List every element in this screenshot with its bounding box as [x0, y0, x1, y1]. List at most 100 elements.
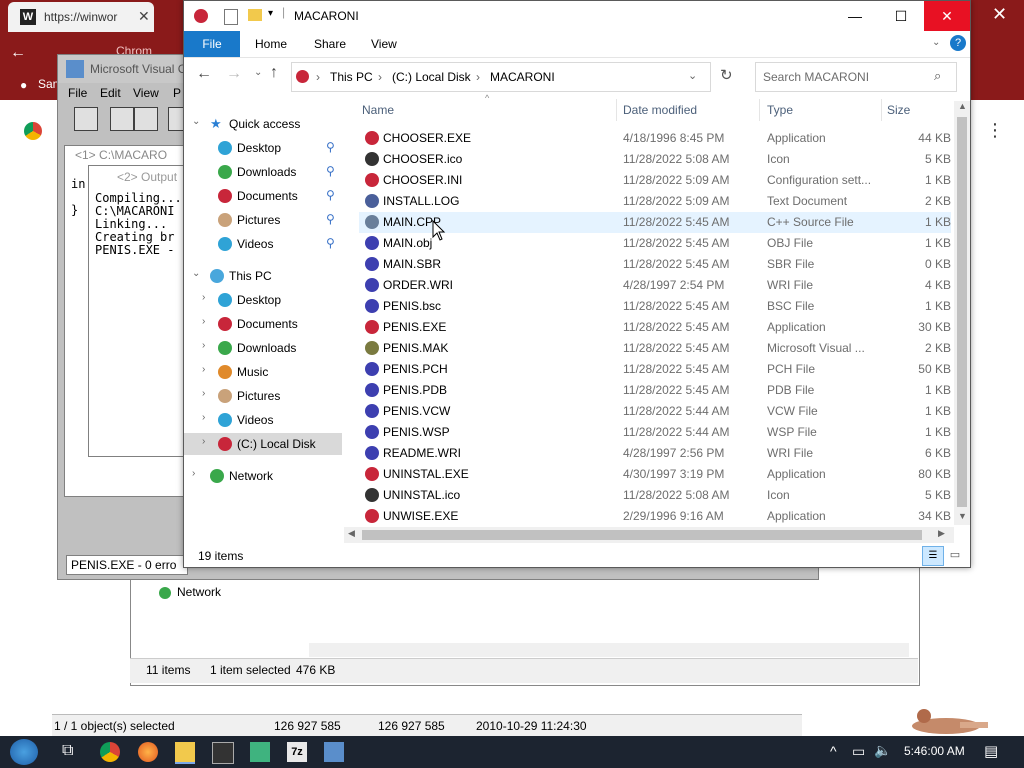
msvc-menu-edit[interactable]: Edit [100, 86, 121, 100]
new-file-icon[interactable] [74, 107, 98, 131]
scroll-left-icon[interactable]: ◀ [348, 528, 355, 539]
file-row[interactable]: PENIS.PCH 11/28/2022 5:45 AM PCH File 50 KB [359, 359, 951, 380]
expand-chevron-icon[interactable]: › [202, 316, 205, 327]
file-row[interactable]: MAIN.SBR 11/28/2022 5:45 AM SBR File 0 KB [359, 254, 951, 275]
expand-chevron-icon[interactable]: › [202, 364, 205, 375]
chrome-back-icon[interactable]: ← [10, 44, 26, 62]
refresh-icon[interactable]: ↻ [720, 66, 733, 84]
file-row[interactable]: README.WRI 4/28/1997 2:56 PM WRI File 6 KB [359, 443, 951, 464]
customize-qat-icon[interactable]: ▾ [268, 8, 273, 19]
address-dropdown-icon[interactable]: ⌄ [688, 69, 697, 82]
task-view-icon[interactable]: ⧉ [62, 742, 82, 762]
nav-quick-access[interactable]: ⌄ ★ Quick access [184, 113, 344, 135]
nav-network[interactable]: › Network [184, 465, 344, 487]
tab-close-icon[interactable]: ✕ [138, 8, 150, 25]
notifications-icon[interactable]: ▤ [984, 742, 998, 760]
file-row[interactable]: CHOOSER.INI 11/28/2022 5:09 AM Configurati… [359, 170, 951, 191]
chrome-close-icon[interactable]: ✕ [992, 4, 1007, 25]
column-divider[interactable] [759, 99, 760, 121]
maximize-icon[interactable]: ☐ [878, 1, 924, 31]
expand-chevron-icon[interactable]: › [202, 412, 205, 423]
expand-chevron-icon[interactable]: › [202, 292, 205, 303]
nav-qa-pictures[interactable]: Pictures ⚲ [184, 209, 344, 231]
ribbon-tab-view[interactable]: View [371, 37, 397, 51]
file-explorer-taskbar-icon[interactable] [175, 742, 195, 764]
cmd-taskbar-icon[interactable] [212, 742, 234, 764]
file-row[interactable]: PENIS.PDB 11/28/2022 5:45 AM PDB File 1 KB [359, 380, 951, 401]
firefox-taskbar-icon[interactable] [138, 742, 158, 762]
minimize-icon[interactable]: — [832, 1, 878, 31]
msvc-taskbar-icon[interactable] [324, 742, 344, 762]
file-row[interactable]: INSTALL.LOG 11/28/2022 5:09 AM Text Docume… [359, 191, 951, 212]
network-label[interactable]: Network [177, 585, 221, 599]
column-header-size[interactable]: Size [887, 103, 910, 117]
vscroll-thumb[interactable] [957, 117, 967, 507]
help-icon[interactable]: ? [950, 35, 966, 51]
nav-pc-pictures[interactable]: › Pictures [184, 385, 344, 407]
open-file-icon[interactable] [110, 107, 134, 131]
chrome-tab[interactable]: W https://winwor ✕ [8, 2, 154, 32]
nav-qa-documents[interactable]: Documents ⚲ [184, 185, 344, 207]
close-icon[interactable]: ✕ [924, 1, 970, 31]
msvc-output-window[interactable]: <2> Output Compiling... C:\MACARONI Link… [88, 165, 190, 457]
details-view-icon[interactable]: ☰ [922, 546, 944, 566]
column-divider[interactable] [616, 99, 617, 121]
scroll-up-icon[interactable]: ▲ [958, 101, 967, 111]
column-divider[interactable] [881, 99, 882, 121]
file-row[interactable]: UNINSTAL.EXE 4/30/1997 3:19 PM Application… [359, 464, 951, 485]
volume-icon[interactable]: 🔈 [874, 742, 891, 759]
ribbon-file-tab[interactable]: File [184, 31, 240, 57]
nav-qa-desktop[interactable]: Desktop ⚲ [184, 137, 344, 159]
column-header-name[interactable]: Name [362, 103, 394, 117]
explorer-titlebar[interactable]: ▾ | MACARONI — ☐ ✕ [184, 1, 970, 31]
file-row[interactable]: UNINSTAL.ico 11/28/2022 5:08 AM Icon 5 KB [359, 485, 951, 506]
expand-ribbon-icon[interactable]: ⌄ [932, 37, 940, 48]
file-row[interactable]: PENIS.EXE 11/28/2022 5:45 AM Application 30… [359, 317, 951, 338]
up-icon[interactable]: ↑ [270, 64, 278, 82]
file-row[interactable]: PENIS.bsc 11/28/2022 5:45 AM BSC File 1 KB [359, 296, 951, 317]
search-icon[interactable]: ⌕ [934, 68, 941, 84]
scroll-down-icon[interactable]: ▼ [958, 511, 967, 521]
chrome-menu-icon[interactable]: ⋮ [986, 120, 1004, 141]
back-icon[interactable]: ← [196, 65, 212, 83]
file-row[interactable]: CHOOSER.ico 11/28/2022 5:08 AM Icon 5 KB [359, 149, 951, 170]
file-row[interactable]: PENIS.MAK 11/28/2022 5:45 AM Microsoft Vis… [359, 338, 951, 359]
file-row[interactable]: UNWISE.EXE 2/29/1996 9:16 AM Application 34… [359, 506, 951, 527]
expand-chevron-icon[interactable]: › [202, 340, 205, 351]
msvc-menu-file[interactable]: File [68, 86, 87, 100]
large-icons-view-icon[interactable]: ▭ [946, 546, 964, 564]
network-tray-icon[interactable]: ▭ [852, 743, 865, 760]
search-input[interactable]: Search MACARONI ⌕ [755, 62, 957, 92]
save-file-icon[interactable] [134, 107, 158, 131]
new-folder-icon[interactable] [248, 9, 262, 21]
start-icon[interactable] [10, 739, 38, 765]
ribbon-tab-home[interactable]: Home [255, 37, 287, 51]
file-row[interactable]: PENIS.WSP 11/28/2022 5:44 AM WSP File 1 KB [359, 422, 951, 443]
old-hscroll[interactable] [309, 643, 909, 657]
forward-icon[interactable]: → [226, 65, 242, 83]
hscroll-thumb[interactable] [362, 530, 922, 540]
crumb-drive[interactable]: (C:) Local Disk [392, 70, 471, 84]
expand-chevron-icon[interactable]: › [202, 436, 205, 447]
notepad-taskbar-icon[interactable] [250, 742, 270, 762]
file-row[interactable]: CHOOSER.EXE 4/18/1996 8:45 PM Application 4… [359, 128, 951, 149]
nav-this-pc[interactable]: ⌄ This PC [184, 265, 344, 287]
vertical-scrollbar[interactable]: ▲ ▼ [954, 101, 970, 525]
nav-pc-music[interactable]: › Music [184, 361, 344, 383]
crumb-folder[interactable]: MACARONI [490, 70, 555, 84]
file-row[interactable]: PENIS.VCW 11/28/2022 5:44 AM VCW File 1 KB [359, 401, 951, 422]
nav-pc-documents[interactable]: › Documents [184, 313, 344, 335]
expand-chevron-icon[interactable]: › [202, 388, 205, 399]
nav-qa-videos[interactable]: Videos ⚲ [184, 233, 344, 255]
scroll-right-icon[interactable]: ▶ [938, 528, 945, 539]
horizontal-scrollbar[interactable]: ◀ ▶ [344, 527, 954, 543]
chrome-taskbar-icon[interactable] [100, 742, 120, 762]
recent-locations-icon[interactable]: ⌄ [254, 67, 262, 78]
collapse-chevron-icon[interactable]: ⌄ [192, 116, 200, 127]
nav-pc-downloads[interactable]: › Downloads [184, 337, 344, 359]
nav-pc-desktop[interactable]: › Desktop [184, 289, 344, 311]
nav-pc-local-disk[interactable]: › (C:) Local Disk [184, 433, 342, 455]
msvc-menu-view[interactable]: View [133, 86, 159, 100]
collapse-chevron-icon[interactable]: ⌄ [192, 268, 200, 279]
file-row[interactable]: MAIN.CPP 11/28/2022 5:45 AM C++ Source Fil… [359, 212, 951, 233]
